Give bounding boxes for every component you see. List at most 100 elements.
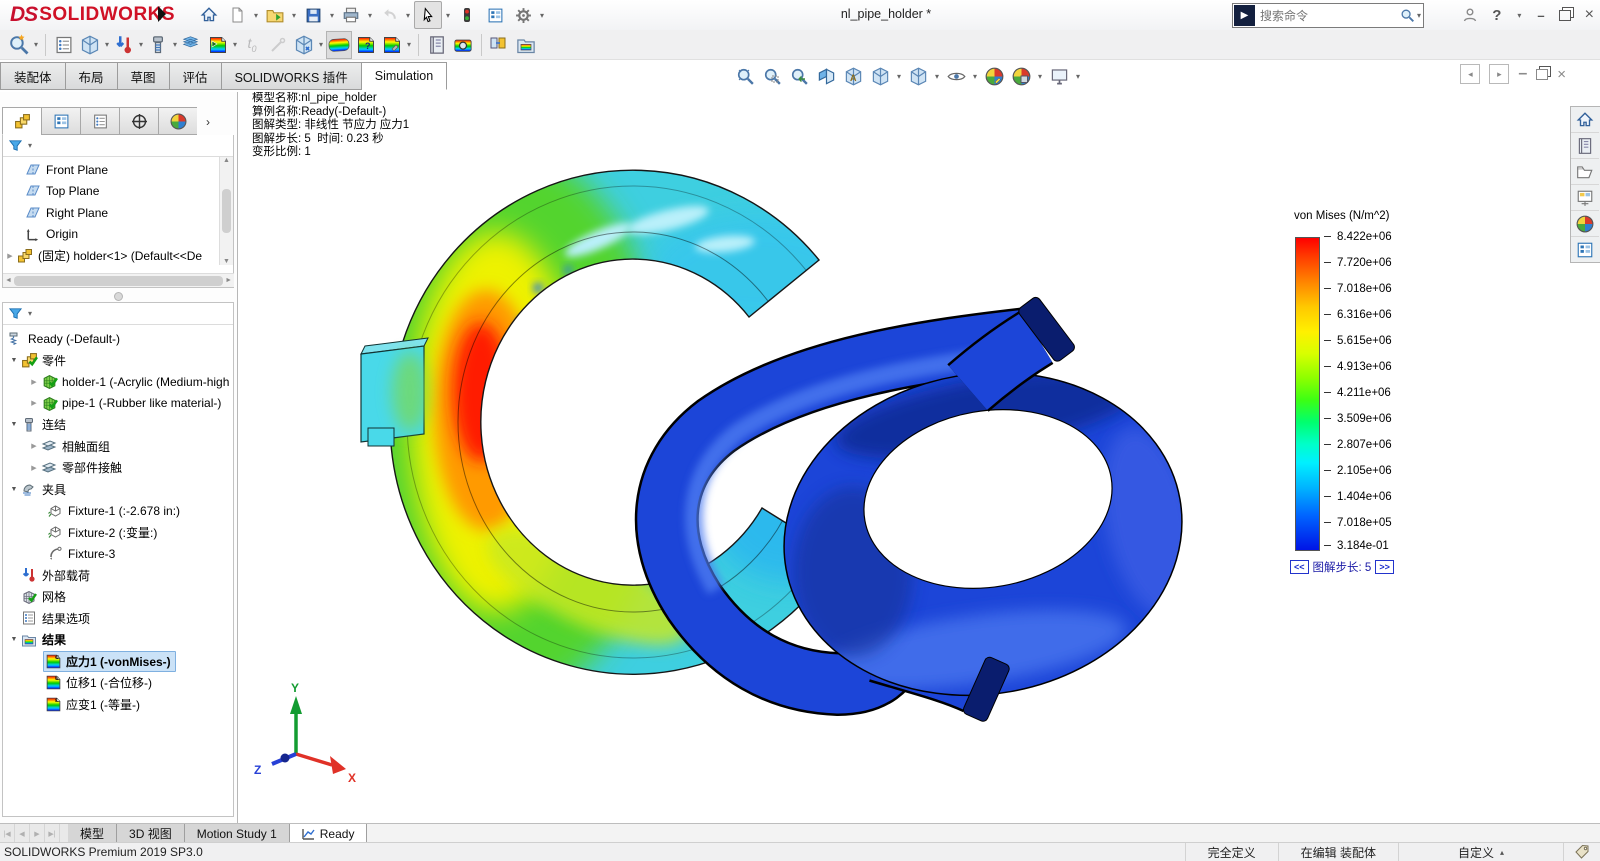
custom-properties-button[interactable] [1571, 237, 1599, 262]
display-style-button[interactable] [906, 64, 930, 88]
tree-item-right-plane[interactable]: Right Plane [3, 202, 233, 224]
splitter-grip-icon[interactable] [114, 292, 123, 301]
image-capture-button[interactable] [451, 32, 475, 58]
expand-open-icon[interactable]: ▼ [7, 636, 21, 643]
report-button[interactable] [425, 32, 449, 58]
file-explorer-button[interactable] [1571, 159, 1599, 185]
holder-mount-tab[interactable] [361, 338, 428, 446]
filter-caret-icon[interactable]: ▾ [26, 141, 34, 150]
tab-scroll-next-button[interactable]: ▶ [30, 824, 45, 843]
view-settings-button[interactable] [1047, 64, 1071, 88]
results-tools-button[interactable] [380, 32, 404, 58]
view-settings-caret-icon[interactable]: ▾ [1074, 72, 1082, 81]
graphics-area[interactable]: 模型名称:nl_pipe_holder 算例名称:Ready(-Default-… [238, 92, 1600, 823]
tree-item-strain-plot[interactable]: ε 应变1 (-等量-) [3, 694, 233, 716]
search-input[interactable] [1258, 8, 1400, 24]
taskpane-home-button[interactable] [1571, 107, 1599, 133]
previous-step-button[interactable]: << [1290, 560, 1309, 574]
tab-motion-study[interactable]: Motion Study 1 [185, 824, 290, 843]
next-step-button[interactable]: >> [1375, 560, 1394, 574]
appearances-button[interactable] [1571, 211, 1599, 237]
tab-sketch[interactable]: 草图 [118, 62, 170, 90]
doc-restore-button[interactable] [1536, 69, 1548, 80]
help-button[interactable]: ? [1492, 7, 1501, 24]
scroll-down-icon[interactable]: ▼ [223, 258, 230, 265]
tree-item-result-options[interactable]: 结果选项 [3, 608, 233, 630]
run-study-button[interactable] [206, 32, 230, 58]
model-3d[interactable]: Y X Z [238, 92, 1600, 823]
new-study-caret-icon[interactable]: ▾ [32, 40, 40, 49]
loads-advisor-caret-icon[interactable]: ▾ [137, 40, 145, 49]
expand-open-icon[interactable]: ▼ [7, 357, 21, 364]
tree-item-top-plane[interactable]: Top Plane [3, 181, 233, 203]
tree-item-origin[interactable]: Origin [3, 224, 233, 246]
tree-group-connections[interactable]: ▼ 连结 [3, 414, 233, 436]
report-manager-button[interactable] [514, 32, 538, 58]
tree-filter-row[interactable]: ▾ [3, 135, 233, 157]
filter-funnel-icon[interactable] [8, 306, 23, 321]
print-caret-icon[interactable]: ▾ [366, 11, 374, 20]
results-tools-caret-icon[interactable]: ▾ [405, 40, 413, 49]
hide-show-caret-icon[interactable]: ▾ [971, 72, 979, 81]
scrollbar-thumb[interactable] [14, 276, 223, 286]
tab-scroll-last-button[interactable]: ▶| [45, 824, 60, 843]
tree-group-parts[interactable]: ▼ 零件 [3, 350, 233, 372]
deformed-result-button[interactable] [292, 32, 316, 58]
tree-item-holder-component[interactable]: ▶ (固定) holder<1> (Default<<De [3, 245, 233, 267]
rebuild-traffic-light-button[interactable] [454, 2, 480, 28]
open-button[interactable] [262, 2, 288, 28]
section-view-button[interactable] [814, 64, 838, 88]
filter-caret-icon[interactable]: ▾ [26, 309, 34, 318]
user-account-icon[interactable] [1462, 7, 1478, 23]
tree-group-results[interactable]: ▼ 结果 [3, 629, 233, 651]
new-caret-icon[interactable]: ▾ [252, 11, 260, 20]
minimize-button[interactable]: – [1537, 8, 1544, 23]
close-button[interactable]: × [1585, 6, 1594, 24]
apply-scene-button[interactable] [1009, 64, 1033, 88]
display-style-caret-icon[interactable]: ▾ [933, 72, 941, 81]
connections-advisor-button[interactable] [146, 32, 170, 58]
help-caret-icon[interactable]: ▾ [1515, 11, 1523, 20]
menu-expand-icon[interactable] [158, 6, 166, 22]
tree-item-fixture-1[interactable]: Fixture-1 (:-2.678 in:) [3, 500, 233, 522]
expand-collapsed-icon[interactable]: ▶ [27, 464, 41, 472]
options-caret-icon[interactable]: ▾ [538, 11, 546, 20]
plot-results-button[interactable] [326, 31, 352, 59]
home-button[interactable] [196, 2, 222, 28]
shells-button[interactable] [180, 32, 204, 58]
tab-featuremanager-tree[interactable] [2, 107, 41, 135]
scrollbar-thumb[interactable] [222, 189, 231, 233]
doc-minimize-button[interactable]: – [1518, 65, 1527, 83]
scroll-up-icon[interactable]: ▲ [223, 157, 230, 164]
expand-collapsed-icon[interactable]: ▶ [27, 442, 41, 450]
expand-open-icon[interactable]: ▼ [7, 486, 21, 493]
tree-group-fixtures[interactable]: ▼ 夹具 [3, 479, 233, 501]
pipe[interactable] [667, 295, 1238, 726]
compare-results-button[interactable]: ? [354, 32, 378, 58]
restore-button[interactable] [1559, 10, 1571, 21]
command-search[interactable]: ▶ ▾ [1232, 3, 1424, 28]
expand-collapsed-icon[interactable]: ▶ [27, 399, 41, 407]
save-caret-icon[interactable]: ▾ [328, 11, 336, 20]
doc-close-button[interactable]: × [1557, 66, 1566, 83]
select-cursor-button[interactable] [414, 1, 442, 29]
tab-displaymanager[interactable] [158, 107, 197, 135]
tab-3d-views[interactable]: 3D 视图 [117, 824, 185, 843]
tree-item-fixture-2[interactable]: Fixture-2 (:变量:) [3, 522, 233, 544]
tab-evaluate[interactable]: 评估 [170, 62, 222, 90]
print-button[interactable] [338, 2, 364, 28]
save-button[interactable] [300, 2, 326, 28]
tab-scroll-first-button[interactable]: |◀ [0, 824, 15, 843]
tree-item-displacement-plot[interactable]: u 位移1 (-合位移-) [3, 672, 233, 694]
select-caret-icon[interactable]: ▾ [444, 11, 452, 20]
tree-item-front-plane[interactable]: Front Plane [3, 159, 233, 181]
study-list-button[interactable] [52, 32, 76, 58]
undo-caret-icon[interactable]: ▾ [404, 11, 412, 20]
collapse-left-pane-button[interactable]: ◂ [1460, 64, 1480, 84]
tag-button[interactable] [1564, 844, 1600, 860]
custom-caret-up-icon[interactable]: ▴ [1500, 848, 1504, 857]
expand-collapsed-icon[interactable]: ▶ [27, 378, 41, 386]
hide-show-items-button[interactable] [944, 64, 968, 88]
deformed-result-caret-icon[interactable]: ▾ [317, 40, 325, 49]
study-filter-row[interactable]: ▾ [3, 303, 233, 325]
